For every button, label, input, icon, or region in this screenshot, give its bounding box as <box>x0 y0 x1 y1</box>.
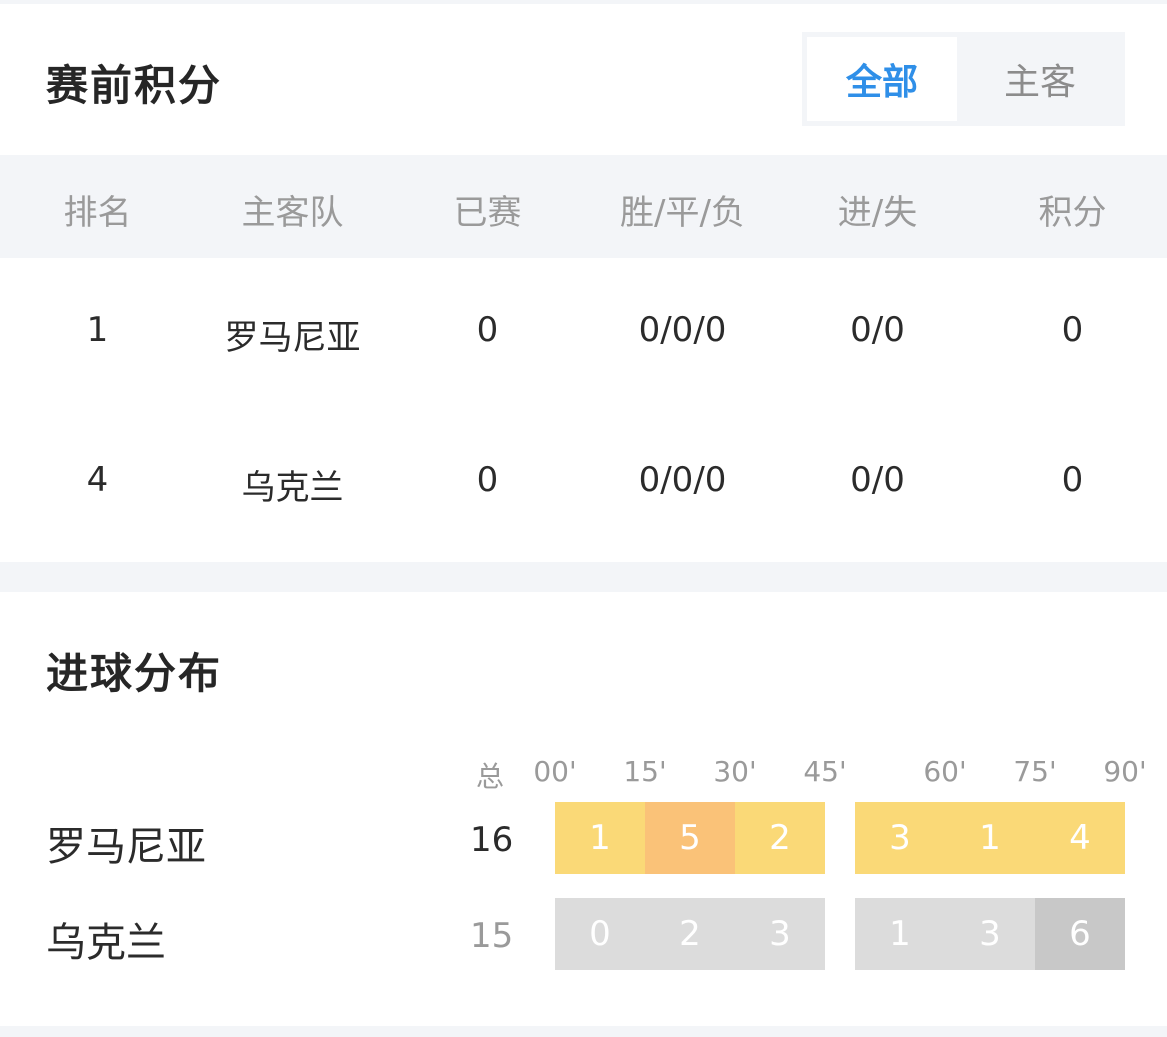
row-played: 0 <box>476 460 499 500</box>
header-played: 已赛 <box>453 193 522 233</box>
row-rank: 4 <box>86 460 109 500</box>
row-win-draw-loss: 0/0/0 <box>638 310 727 350</box>
team-name: 罗马尼亚 <box>46 824 206 870</box>
time-tick: 90' <box>1103 755 1147 788</box>
tab-all[interactable]: 全部 <box>807 37 957 121</box>
row-team: 罗马尼亚 <box>224 318 361 358</box>
row-team: 乌克兰 <box>241 468 344 508</box>
team-name: 乌克兰 <box>46 920 166 966</box>
goal-cell: 4 <box>1035 802 1125 874</box>
goal-cell: 1 <box>945 802 1035 874</box>
total-column-label: 总 <box>475 760 505 793</box>
standings-table-header: 排名 主客队 已赛 胜/平/负 进/失 积分 <box>0 155 1167 258</box>
section-divider <box>0 562 1167 592</box>
bottom-separator <box>0 1026 1167 1037</box>
time-tick: 45' <box>803 755 847 788</box>
time-tick: 30' <box>713 755 757 788</box>
goal-cell: 3 <box>735 898 825 970</box>
standings-tab-group: 全部 主客 <box>802 32 1125 126</box>
goal-cell: 1 <box>555 802 645 874</box>
row-played: 0 <box>476 310 499 350</box>
table-row: 1 罗马尼亚 0 0/0/0 0/0 0 <box>0 260 1167 410</box>
time-tick: 00' <box>533 755 577 788</box>
goal-cell: 3 <box>945 898 1035 970</box>
row-win-draw-loss: 0/0/0 <box>638 460 727 500</box>
row-points: 0 <box>1061 460 1084 500</box>
goal-cell: 2 <box>735 802 825 874</box>
header-goals: 进/失 <box>837 193 918 233</box>
row-rank: 1 <box>86 310 109 350</box>
header-points: 积分 <box>1038 193 1107 233</box>
team-total-goals: 16 <box>470 820 514 860</box>
row-goals: 0/0 <box>850 460 905 500</box>
goal-cell: 6 <box>1035 898 1125 970</box>
standings-title: 赛前积分 <box>46 61 223 110</box>
time-tick: 15' <box>623 755 667 788</box>
header-team: 主客队 <box>241 193 344 233</box>
top-separator <box>0 0 1167 4</box>
goal-cell: 5 <box>645 802 735 874</box>
goal-cell: 3 <box>855 802 945 874</box>
time-tick: 60' <box>923 755 967 788</box>
row-goals: 0/0 <box>850 310 905 350</box>
tab-home-away[interactable]: 主客 <box>965 37 1115 121</box>
header-win-draw-loss: 胜/平/负 <box>620 193 745 233</box>
goal-cell: 1 <box>855 898 945 970</box>
table-row: 4 乌克兰 0 0/0/0 0/0 0 <box>0 410 1167 560</box>
goal-cell: 2 <box>645 898 735 970</box>
time-tick: 75' <box>1013 755 1057 788</box>
goal-cell: 0 <box>555 898 645 970</box>
header-rank: 排名 <box>63 193 132 233</box>
team-total-goals: 15 <box>470 916 514 956</box>
row-points: 0 <box>1061 310 1084 350</box>
goal-distribution-title: 进球分布 <box>46 649 223 698</box>
